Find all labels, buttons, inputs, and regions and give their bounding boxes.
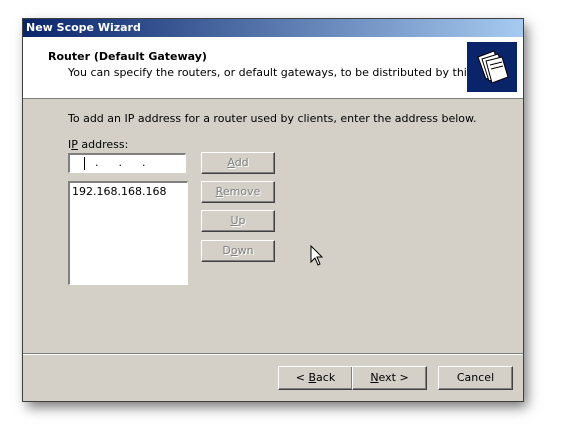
- list-item[interactable]: 192.168.168.168: [72, 185, 185, 198]
- add-button[interactable]: Add: [201, 152, 275, 174]
- page-title: Router (Default Gateway): [48, 50, 207, 63]
- next-rest: ext >: [378, 371, 409, 384]
- remove-accel: R: [215, 185, 223, 198]
- down-button[interactable]: Down: [201, 240, 275, 262]
- instruction-text: To add an IP address for a router used b…: [68, 112, 477, 125]
- cancel-button[interactable]: Cancel: [438, 366, 513, 390]
- ip-label-suffix: address:: [77, 138, 129, 151]
- remove-rest: emove: [222, 185, 261, 198]
- text-caret: [84, 157, 85, 170]
- cancel-label: Cancel: [456, 371, 495, 384]
- down-rest: wn: [237, 244, 254, 257]
- next-accel: N: [370, 371, 379, 384]
- up-button[interactable]: Up: [201, 210, 275, 232]
- down-prefix: D: [222, 244, 231, 257]
- title-bar[interactable]: New Scope Wizard: [23, 19, 523, 37]
- wizard-header: Router (Default Gateway) You can specify…: [23, 37, 523, 99]
- folders-icon: [467, 42, 517, 92]
- add-accel: A: [227, 156, 235, 169]
- mouse-pointer-icon: [310, 244, 324, 270]
- back-button[interactable]: < Back: [278, 366, 353, 390]
- down-accel: o: [230, 244, 238, 257]
- page-subtitle: You can specify the routers, or default …: [68, 66, 512, 79]
- ip-address-input[interactable]: ...: [68, 153, 186, 173]
- ip-address-label: IP address:: [68, 138, 128, 151]
- router-list[interactable]: 192.168.168.168: [68, 181, 188, 285]
- remove-button[interactable]: Remove: [201, 181, 275, 203]
- up-rest: p: [238, 214, 246, 227]
- ip-label-accel: P: [71, 138, 78, 151]
- add-rest: dd: [234, 156, 249, 169]
- back-prefix: <: [295, 371, 309, 384]
- ip-octet-separators: ...: [95, 156, 166, 169]
- footer-divider: [23, 353, 523, 355]
- back-accel: B: [308, 371, 317, 384]
- next-button[interactable]: Next >: [352, 366, 427, 390]
- window-title: New Scope Wizard: [26, 21, 141, 34]
- wizard-dialog: New Scope Wizard Router (Default Gateway…: [22, 18, 524, 402]
- up-accel: U: [230, 214, 239, 227]
- back-rest: ack: [316, 371, 336, 384]
